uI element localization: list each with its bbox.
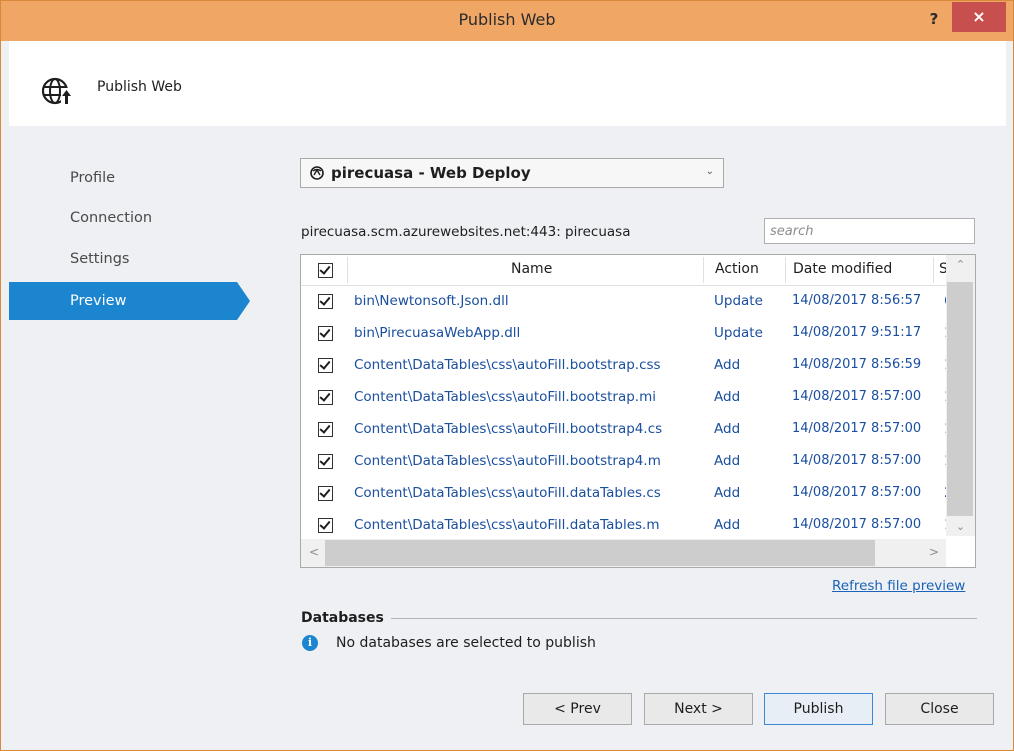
file-date: 14/08/2017 8:57:00: [792, 517, 922, 532]
column-header-action[interactable]: Action: [715, 261, 759, 277]
table-row[interactable]: Content\DataTables\css\autoFill.bootstra…: [301, 445, 953, 477]
column-divider: [933, 257, 934, 283]
file-name: bin\PirecuasaWebApp.dll: [354, 325, 521, 341]
vertical-scroll-thumb[interactable]: [947, 282, 973, 516]
window-title: Publish Web: [458, 10, 556, 29]
file-name: Content\DataTables\css\autoFill.bootstra…: [354, 389, 657, 405]
table-row[interactable]: Content\DataTables\css\autoFill.bootstra…: [301, 413, 953, 445]
profile-label: pirecuasa - Web Deploy: [331, 164, 531, 182]
file-date: 14/08/2017 8:57:00: [792, 389, 922, 404]
site-label: pirecuasa.scm.azurewebsites.net:443: pir…: [301, 224, 631, 240]
scroll-right-icon[interactable]: >: [929, 545, 939, 559]
scroll-up-icon[interactable]: ⌃: [946, 258, 975, 271]
table-row[interactable]: bin\Newtonsoft.Json.dll Update 14/08/201…: [301, 285, 953, 317]
row-checkbox[interactable]: [318, 518, 333, 533]
file-action: Add: [714, 357, 741, 373]
vertical-scrollbar[interactable]: ⌃ ⌄: [946, 255, 975, 536]
refresh-file-preview-link[interactable]: Refresh file preview: [832, 578, 965, 594]
row-checkbox[interactable]: [318, 390, 333, 405]
row-checkbox[interactable]: [318, 422, 333, 437]
file-date: 14/08/2017 8:56:57: [792, 293, 922, 308]
file-action: Add: [714, 421, 741, 437]
nav-item-settings[interactable]: Settings: [9, 240, 249, 278]
column-divider: [785, 257, 786, 283]
row-checkbox[interactable]: [318, 358, 333, 373]
nav-active-arrow: [237, 282, 250, 320]
file-date: 14/08/2017 9:51:17: [792, 325, 922, 340]
file-name: Content\DataTables\css\autoFill.bootstra…: [354, 421, 663, 437]
scroll-down-icon[interactable]: ⌄: [946, 520, 975, 533]
window-close-button[interactable]: ×: [952, 2, 1006, 32]
table-row[interactable]: Content\DataTables\css\autoFill.dataTabl…: [301, 509, 953, 541]
file-name: Content\DataTables\css\autoFill.bootstra…: [354, 357, 661, 373]
databases-message: No databases are selected to publish: [336, 635, 596, 651]
profile-name: pirecuasa: [331, 164, 414, 182]
chevron-down-icon: ⌄: [705, 166, 714, 177]
file-date: 14/08/2017 8:56:59: [792, 357, 922, 372]
column-divider: [347, 257, 348, 283]
globe-upload-icon: [41, 77, 72, 107]
table-row[interactable]: Content\DataTables\css\autoFill.dataTabl…: [301, 477, 953, 509]
scroll-left-icon[interactable]: <: [309, 545, 319, 559]
profile-method: - Web Deploy: [418, 164, 531, 182]
table-row[interactable]: bin\PirecuasaWebApp.dll Update 14/08/201…: [301, 317, 953, 349]
file-preview-table: Name Action Date modified S bin\Newtonso…: [300, 254, 976, 568]
column-header-date[interactable]: Date modified: [793, 261, 892, 277]
row-checkbox[interactable]: [318, 326, 333, 341]
publish-button[interactable]: Publish: [764, 693, 873, 725]
file-action: Update: [714, 293, 763, 309]
profile-dropdown[interactable]: pirecuasa - Web Deploy ⌄: [300, 158, 724, 188]
search-input[interactable]: [764, 218, 975, 244]
file-action: Add: [714, 485, 741, 501]
file-action: Update: [714, 325, 763, 341]
nav-item-preview[interactable]: Preview: [9, 282, 250, 320]
nav-item-connection[interactable]: Connection: [9, 199, 249, 237]
file-date: 14/08/2017 8:57:00: [792, 453, 922, 468]
file-name: Content\DataTables\css\autoFill.dataTabl…: [354, 517, 660, 533]
table-header: Name Action Date modified S: [301, 255, 948, 286]
horizontal-scrollbar[interactable]: < >: [301, 539, 946, 567]
next-button[interactable]: Next >: [644, 693, 753, 725]
help-button[interactable]: ?: [914, 5, 954, 33]
prev-button[interactable]: < Prev: [523, 693, 632, 725]
title-bar[interactable]: Publish Web ? ×: [1, 1, 1013, 41]
publish-web-dialog: Publish Web ? × Publish Web Profile Conn…: [0, 0, 1014, 751]
column-header-name[interactable]: Name: [511, 261, 552, 277]
table-row[interactable]: Content\DataTables\css\autoFill.bootstra…: [301, 381, 953, 413]
file-date: 14/08/2017 8:57:00: [792, 485, 922, 500]
file-action: Add: [714, 453, 741, 469]
info-icon: i: [302, 635, 318, 651]
file-name: bin\Newtonsoft.Json.dll: [354, 293, 509, 309]
horizontal-scroll-thumb[interactable]: [325, 540, 875, 566]
column-divider: [703, 257, 704, 283]
publish-profile-icon: [310, 166, 324, 180]
row-checkbox[interactable]: [318, 454, 333, 469]
databases-divider: [391, 618, 977, 619]
nav-item-preview-label: Preview: [70, 293, 127, 309]
file-name: Content\DataTables\css\autoFill.bootstra…: [354, 453, 661, 469]
file-action: Add: [714, 517, 741, 533]
databases-heading: Databases: [301, 610, 384, 626]
close-button[interactable]: Close: [885, 693, 994, 725]
row-checkbox[interactable]: [318, 486, 333, 501]
file-date: 14/08/2017 8:57:00: [792, 421, 922, 436]
dialog-header: Publish Web: [9, 41, 1006, 126]
header-title: Publish Web: [97, 79, 182, 95]
nav-item-profile[interactable]: Profile: [9, 159, 249, 197]
row-checkbox[interactable]: [318, 294, 333, 309]
file-action: Add: [714, 389, 741, 405]
select-all-checkbox[interactable]: [318, 263, 333, 278]
table-row[interactable]: Content\DataTables\css\autoFill.bootstra…: [301, 349, 953, 381]
dialog-content: Profile Connection Settings Preview pire…: [9, 126, 1006, 744]
file-name: Content\DataTables\css\autoFill.dataTabl…: [354, 485, 661, 501]
